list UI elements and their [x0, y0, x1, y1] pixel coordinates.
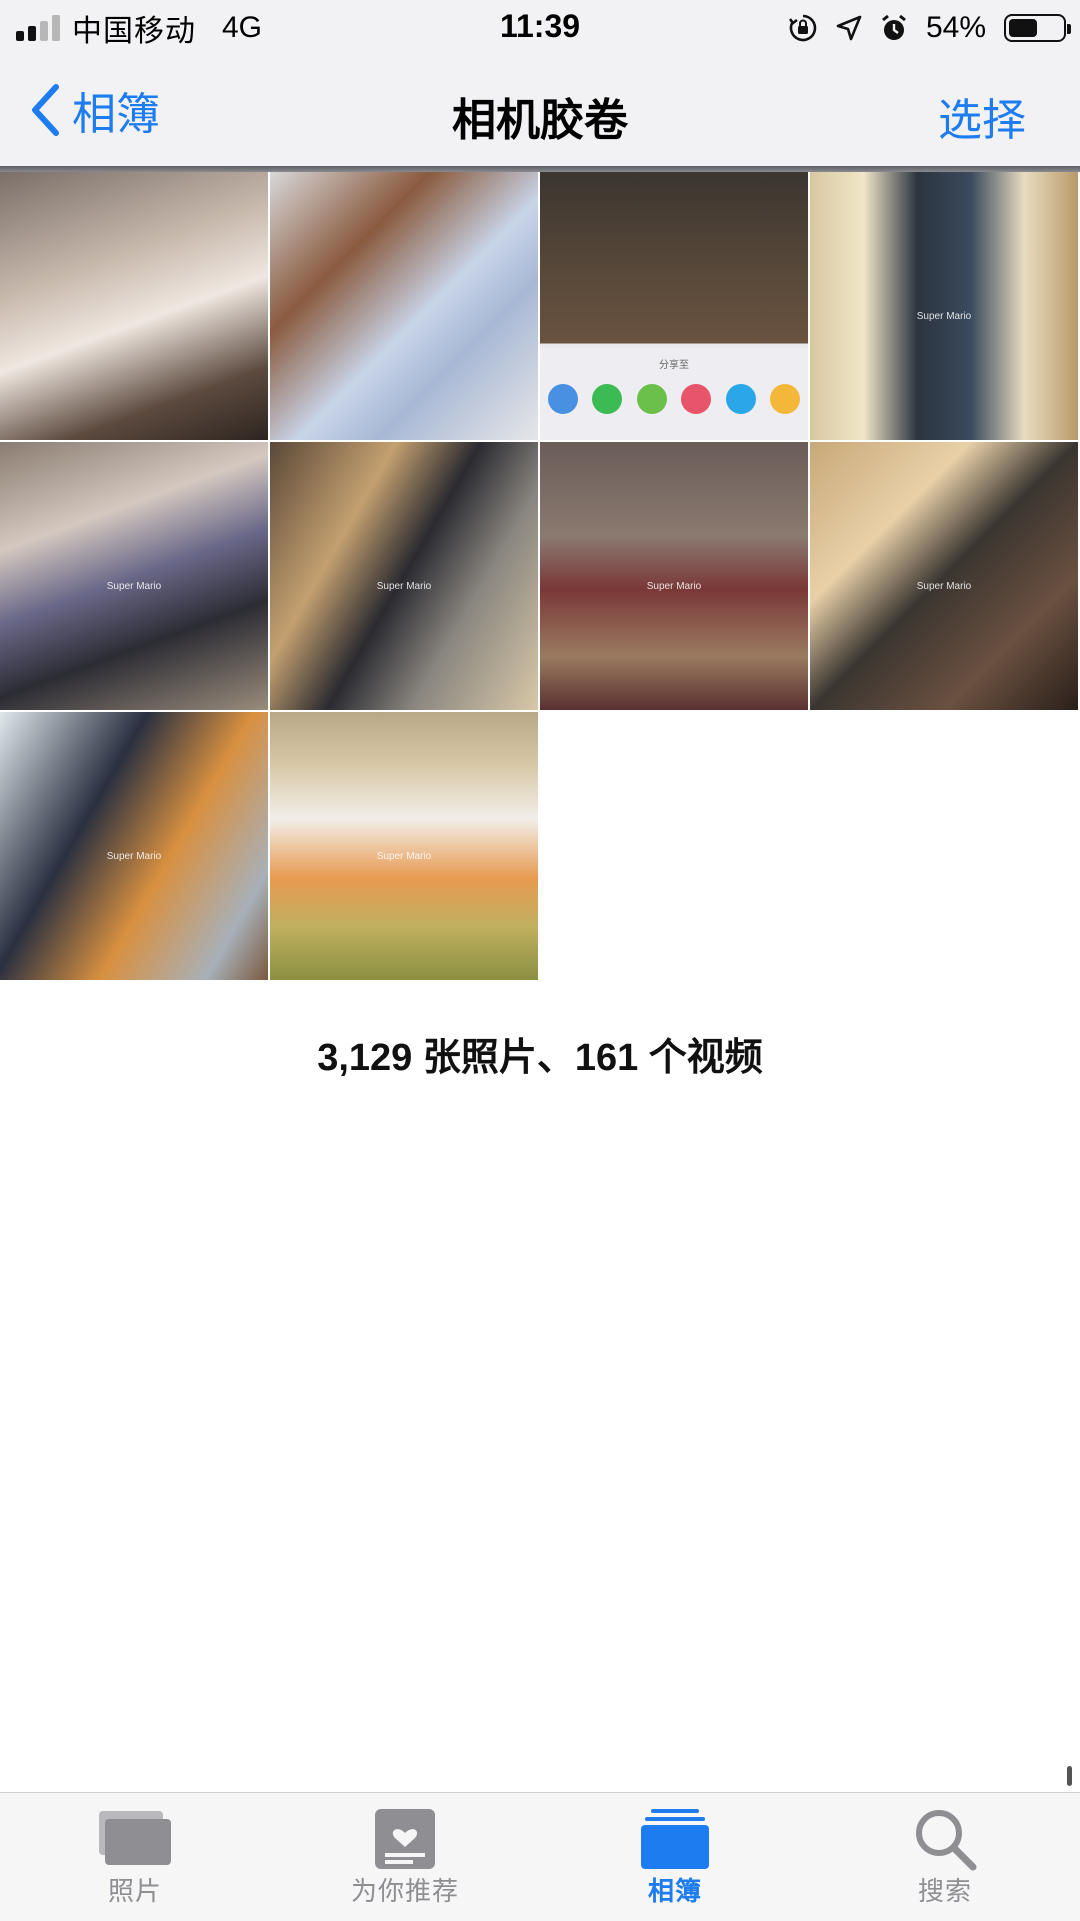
watermark: Super Mario — [376, 851, 432, 863]
qq-icon — [725, 384, 756, 414]
watermark: Super Mario — [916, 311, 972, 323]
photo-thumbnail[interactable]: Super Mario — [270, 442, 538, 710]
share-sheet-title: 分享至 — [659, 360, 689, 371]
tab-albums[interactable]: 相簿 — [540, 1793, 810, 1921]
albums-icon — [641, 1809, 709, 1869]
watermark: Super Mario — [646, 581, 702, 593]
photo-thumbnail[interactable]: Super Mario — [270, 712, 538, 980]
status-right: 54% — [788, 8, 1071, 48]
share-target-icon — [548, 384, 578, 414]
photo-thumbnail[interactable] — [270, 172, 538, 440]
watermark: Super Mario — [376, 581, 432, 593]
watermark: Super Mario — [106, 581, 162, 593]
share-targets — [548, 384, 800, 414]
photos-stack-icon — [99, 1811, 171, 1865]
tab-bar: 照片 为你推荐 相簿 搜索 — [0, 1792, 1080, 1921]
moments-icon — [636, 384, 667, 414]
photo-thumbnail[interactable]: Super Mario — [810, 172, 1078, 440]
tab-label: 搜索 — [917, 1876, 972, 1906]
wechat-icon — [592, 384, 623, 414]
select-button[interactable]: 选择 — [938, 84, 1026, 148]
battery-level-fill — [1009, 19, 1037, 37]
tab-for-you[interactable]: 为你推荐 — [270, 1793, 540, 1921]
tab-label: 相簿 — [647, 1876, 702, 1906]
watermark: Super Mario — [106, 851, 162, 863]
photo-thumbnail[interactable]: Super Mario — [0, 442, 268, 710]
search-icon — [916, 1810, 977, 1871]
photo-grid: 分享至 Super Mario Super Mario Super Mario … — [0, 166, 1080, 980]
photo-thumbnail[interactable]: Super Mario — [810, 442, 1078, 710]
share-sheet-preview: 分享至 — [540, 348, 808, 440]
library-count-summary: 3,129 张照片、161 个视频 — [317, 1037, 763, 1079]
orientation-lock-icon — [788, 14, 817, 42]
tab-label: 为你推荐 — [350, 1876, 459, 1906]
for-you-icon — [375, 1809, 435, 1869]
battery-percent: 54% — [925, 11, 986, 44]
tab-label: 照片 — [107, 1876, 162, 1906]
tab-search[interactable]: 搜索 — [810, 1793, 1080, 1921]
navigation-bar: 相簿 相机胶卷 选择 — [0, 54, 1080, 166]
location-icon — [836, 15, 862, 41]
weibo-icon — [681, 384, 712, 414]
photo-thumbnail[interactable] — [0, 172, 268, 440]
scroll-indicator[interactable] — [1067, 1766, 1072, 1786]
watermark: Super Mario — [916, 581, 972, 593]
tab-photos[interactable]: 照片 — [0, 1793, 270, 1921]
page-title: 相机胶卷 — [452, 96, 628, 145]
alarm-icon — [882, 14, 906, 40]
battery-icon — [1004, 14, 1071, 42]
photo-thumbnail[interactable]: 分享至 — [540, 172, 808, 440]
status-bar: 中国移动 4G 11:39 54% — [0, 0, 1080, 54]
photo-thumbnail[interactable]: Super Mario — [540, 442, 808, 710]
photo-thumbnail[interactable]: Super Mario — [0, 712, 268, 980]
qzone-icon — [769, 384, 800, 414]
